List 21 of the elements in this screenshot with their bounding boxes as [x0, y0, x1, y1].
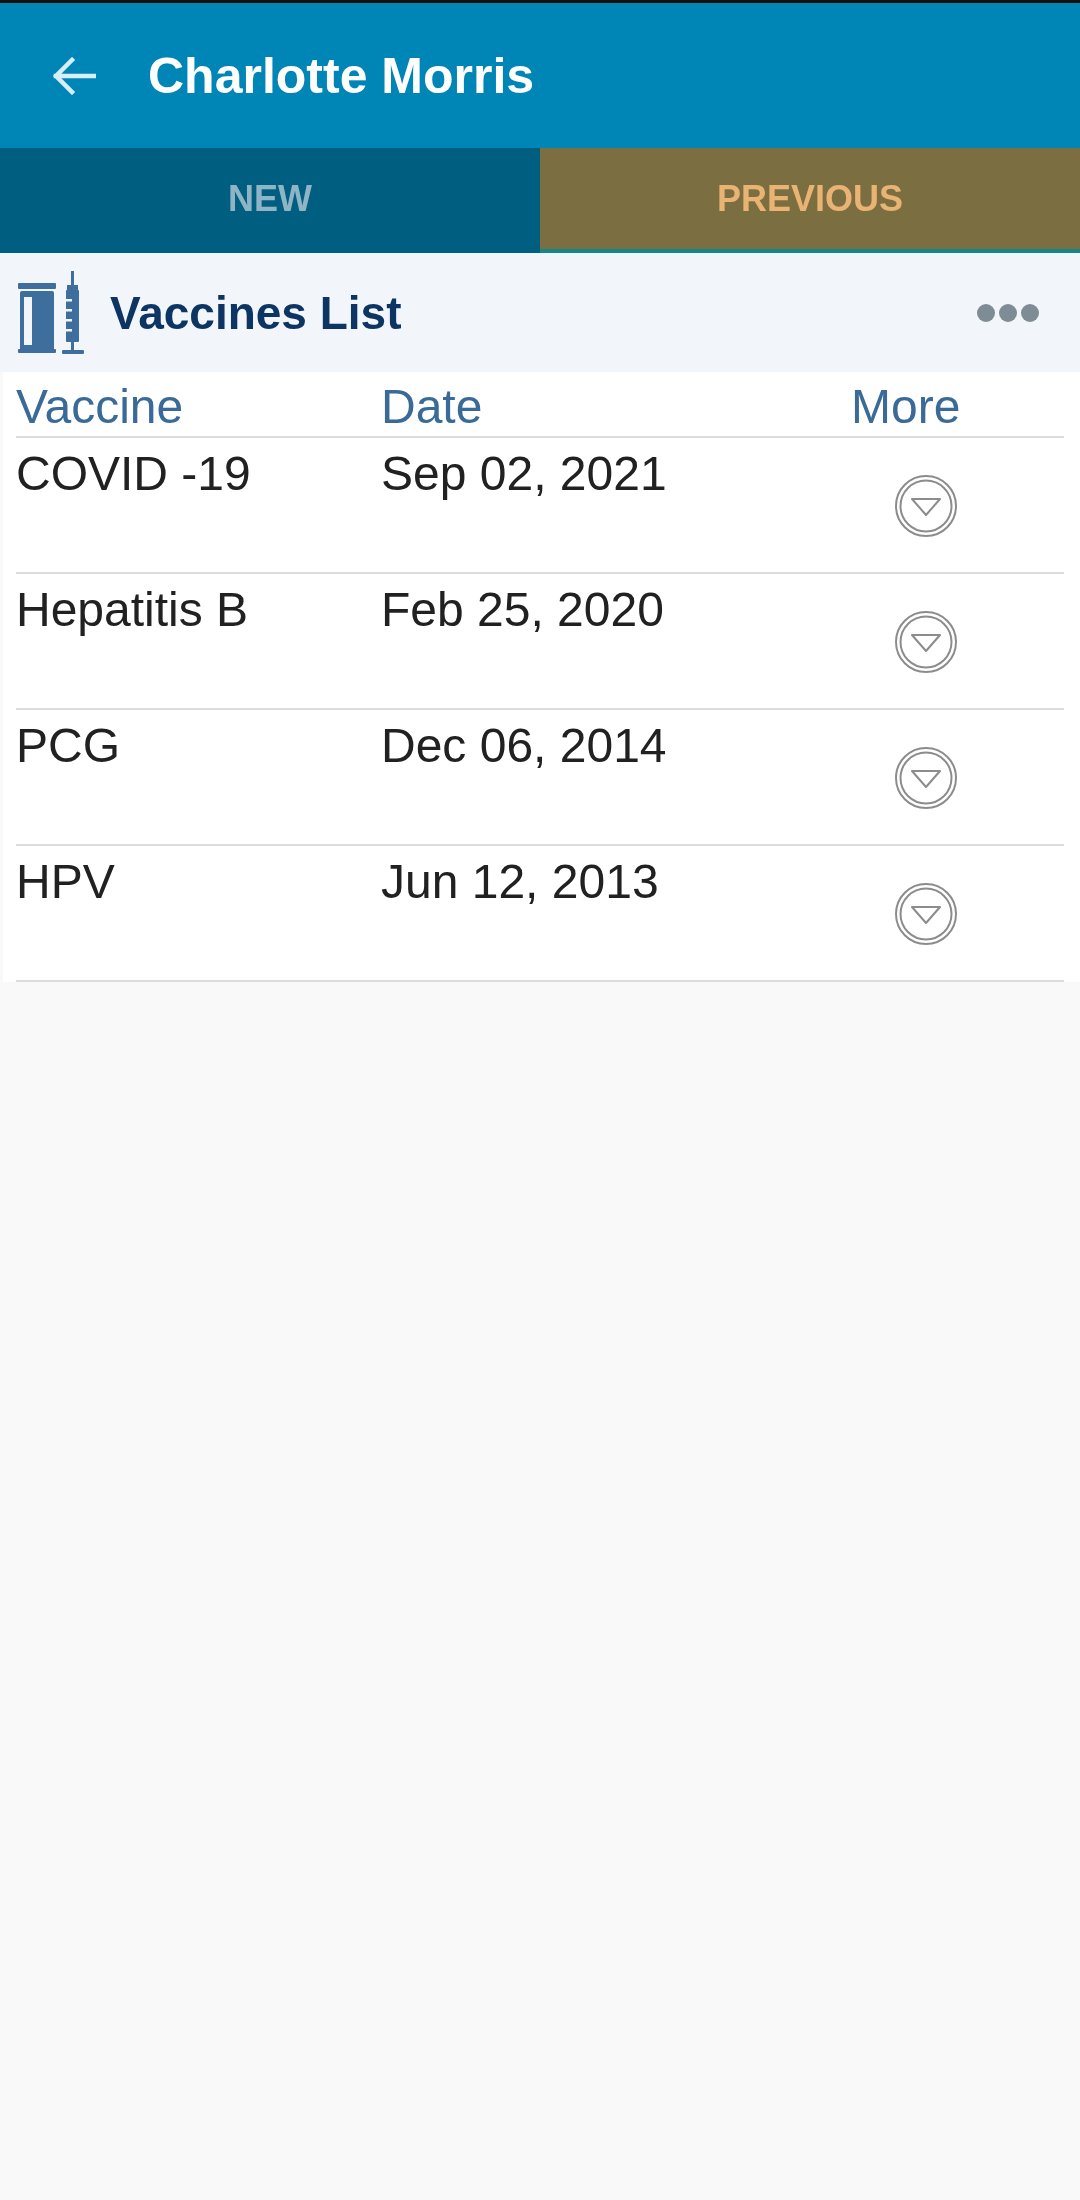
back-arrow-icon[interactable]	[52, 56, 96, 95]
column-header: Vaccine	[16, 381, 185, 436]
column-header: More	[851, 381, 962, 436]
expand-down-icon[interactable]	[895, 747, 957, 809]
expand-down-icon[interactable]	[895, 883, 957, 945]
expand-down-icon[interactable]	[895, 475, 957, 537]
vaccine-date: Dec 06, 2014	[381, 718, 668, 774]
vaccine-date: Jun 12, 2013	[381, 854, 660, 910]
vaccine-name: Hepatitis B	[16, 582, 250, 638]
expand-down-icon[interactable]	[895, 611, 957, 673]
tab[interactable]: NEW	[0, 148, 540, 253]
vaccine-date: Feb 25, 2020	[381, 582, 665, 638]
vaccine-name: HPV	[16, 854, 116, 910]
vaccine-date: Sep 02, 2021	[381, 446, 668, 502]
screen-title: Charlotte Morris	[148, 46, 535, 105]
tab[interactable]: PREVIOUS	[540, 148, 1080, 253]
vaccine-name: PCG	[16, 718, 121, 774]
section-title: Vaccines List	[110, 285, 403, 340]
column-header: Date	[381, 381, 484, 436]
more-options-icon[interactable]	[976, 301, 1040, 324]
vaccine-name: COVID -19	[16, 446, 252, 502]
